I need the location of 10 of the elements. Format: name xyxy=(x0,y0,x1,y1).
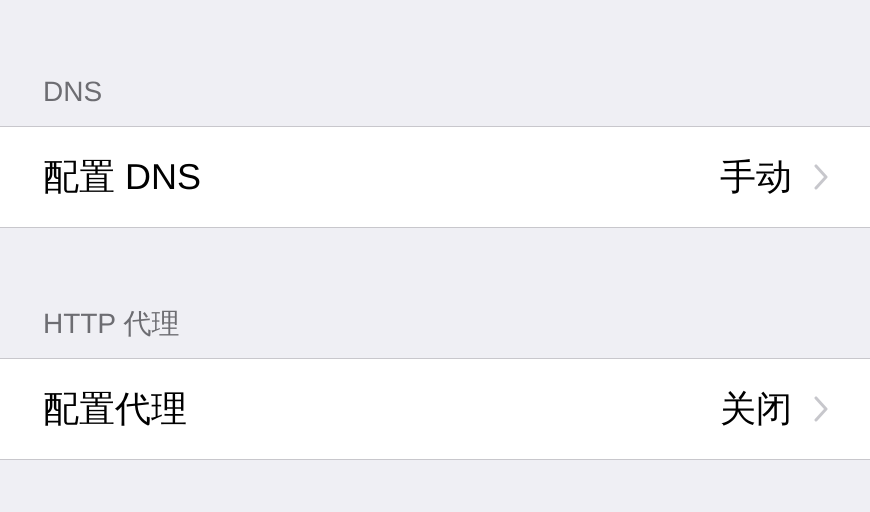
chevron-icon xyxy=(814,396,828,422)
settings-row[interactable]: 配置 DNS 手动 xyxy=(0,127,870,227)
row-value: 关闭 xyxy=(720,387,792,431)
settings-row[interactable]: 配置代理 关闭 xyxy=(0,359,870,459)
section-header: DNS xyxy=(43,76,102,107)
row-label: 配置代理 xyxy=(43,387,187,431)
chevron-icon xyxy=(814,164,828,190)
row-value: 手动 xyxy=(720,155,792,199)
row-label: 配置 DNS xyxy=(43,155,202,199)
section-header: HTTP 代理 xyxy=(43,308,180,339)
